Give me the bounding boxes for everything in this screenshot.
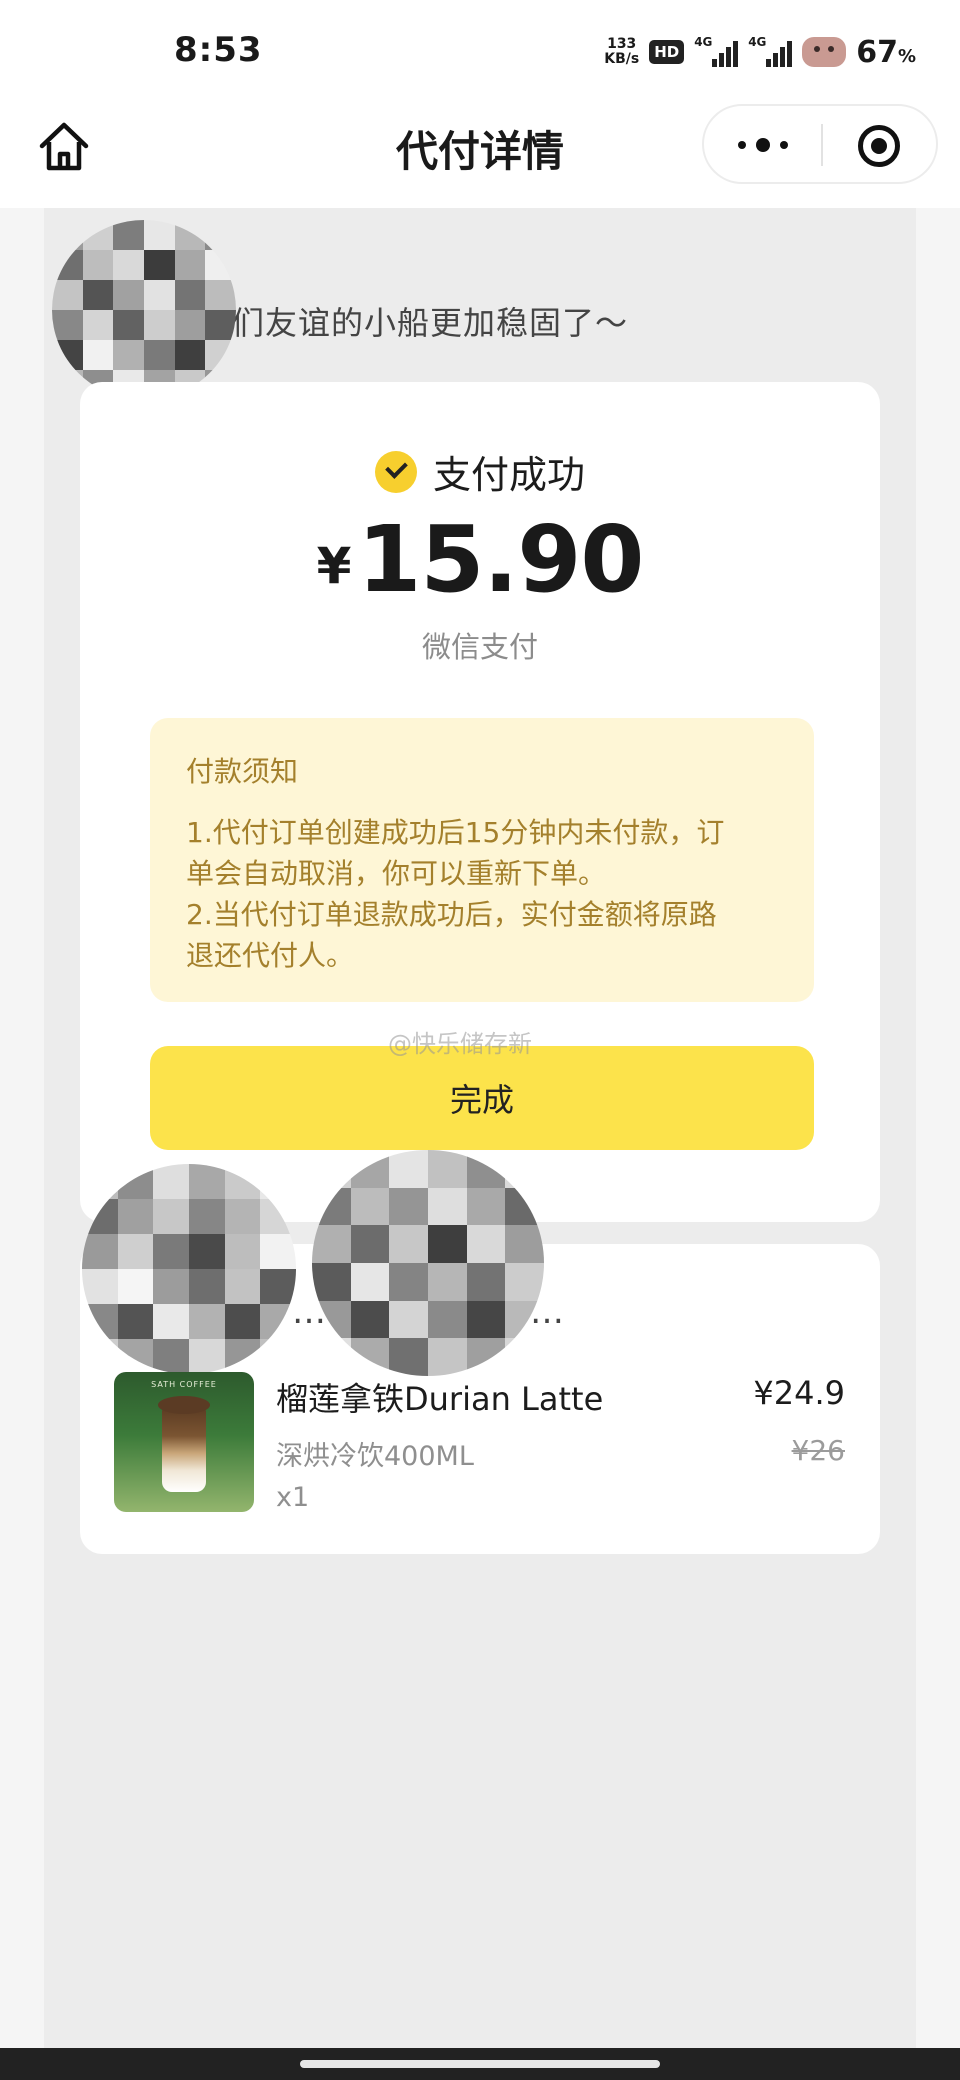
coffee-cup-graphic	[158, 1396, 210, 1492]
signal-icon: 4G	[694, 35, 739, 67]
product-brand-text: SATH COFFEE	[151, 1380, 217, 1389]
avatar	[82, 1164, 296, 1374]
mini-program-capsule	[702, 104, 938, 184]
done-button[interactable]: 完成	[150, 1046, 814, 1150]
product-original-price: ¥26	[791, 1434, 845, 1467]
mascot-icon	[802, 37, 847, 67]
status-bar: 8:53 133 KB/s HD 4G 4G 67%	[0, 0, 960, 100]
system-nav-bar	[0, 2048, 960, 2080]
notice-item: 单会自动取消，你可以重新下单。	[186, 857, 607, 890]
product-name: 榴莲拿铁Durian Latte	[276, 1380, 604, 1418]
product-price: ¥24.9	[753, 1374, 845, 1412]
status-indicators: 133 KB/s HD 4G 4G 67%	[604, 32, 916, 72]
product-quantity: x1	[276, 1482, 310, 1513]
amount-value: 15.90	[357, 506, 644, 613]
home-indicator[interactable]	[300, 2060, 660, 2068]
watermark: @快乐储存新	[388, 1030, 532, 1058]
notice-title: 付款须知	[186, 755, 299, 788]
hd-badge: HD	[649, 40, 685, 64]
greeting-message: 们友谊的小船更加稳固了～	[232, 304, 629, 342]
payment-method: 微信支付	[421, 630, 538, 664]
check-icon	[374, 450, 417, 493]
nav-bar: 代付详情	[0, 100, 960, 208]
notice-item: 退还代付人。	[186, 939, 355, 972]
product-image[interactable]: SATH COFFEE	[114, 1372, 254, 1512]
capsule-divider	[821, 124, 823, 166]
network-speed: 133 KB/s	[604, 36, 640, 67]
payment-card: 支付成功 ¥15.90 微信支付 付款须知 1.代付订单创建成功后15分钟内未付…	[80, 382, 880, 1222]
payment-status-text: 支付成功	[432, 453, 585, 497]
avatar	[312, 1150, 544, 1376]
status-time: 8:53	[174, 30, 263, 70]
payment-status: 支付成功	[80, 444, 880, 499]
notice-item: 1.代付订单创建成功后15分钟内未付款，订	[186, 816, 725, 849]
payment-amount: ¥15.90	[80, 506, 880, 613]
currency-symbol: ¥	[316, 537, 352, 595]
avatar	[52, 220, 236, 400]
payment-notice: 付款须知 1.代付订单创建成功后15分钟内未付款，订 单会自动取消，你可以重新下…	[150, 718, 814, 1002]
notice-item: 2.当代付订单退款成功后，实付金额将原路	[186, 898, 717, 931]
close-icon[interactable]	[858, 125, 900, 167]
signal-icon: 4G	[748, 35, 793, 67]
battery-level: 67%	[856, 34, 916, 70]
product-spec: 深烘冷饮400ML	[276, 1441, 474, 1472]
more-icon[interactable]	[728, 128, 798, 162]
